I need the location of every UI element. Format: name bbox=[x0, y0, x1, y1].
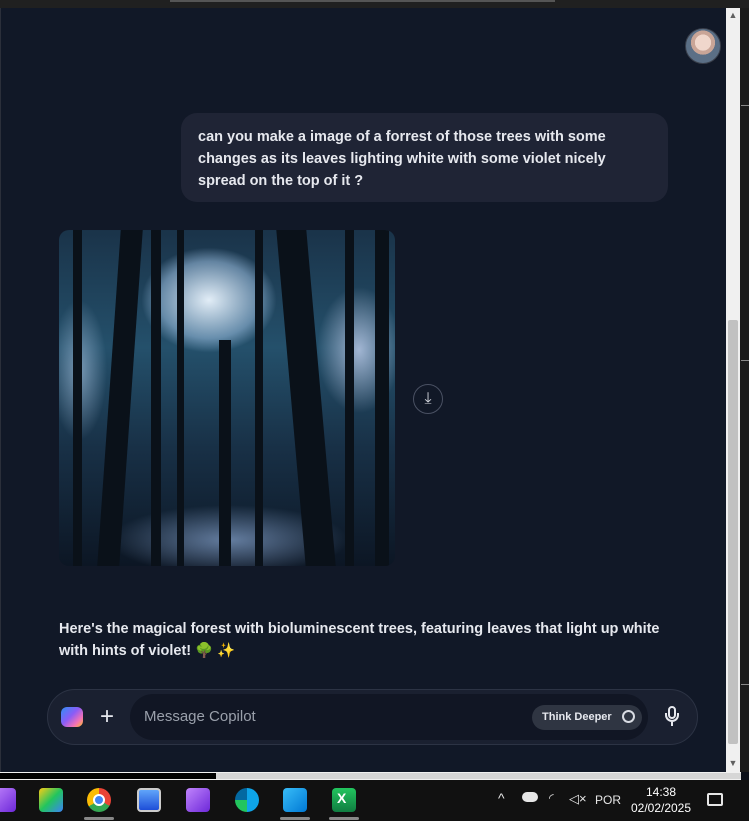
copilot-chat-pane: can you make a image of a forrest of tho… bbox=[0, 8, 727, 772]
vscode-active-indicator bbox=[280, 817, 310, 820]
paint-icon[interactable] bbox=[39, 788, 63, 812]
add-attachment-button[interactable]: + bbox=[94, 703, 120, 731]
wifi-icon[interactable]: ◜ bbox=[549, 791, 554, 805]
edge-divider bbox=[741, 105, 749, 106]
assistant-reply: Here's the magical forest with biolumine… bbox=[59, 618, 679, 662]
generated-forest-image[interactable] bbox=[59, 230, 395, 566]
user-message-text: can you make a image of a forrest of tho… bbox=[198, 129, 606, 189]
horizontal-scrollbar[interactable] bbox=[0, 772, 741, 780]
browser-top-strip bbox=[0, 0, 749, 8]
edge-divider bbox=[741, 360, 749, 361]
copilot-logo-icon[interactable] bbox=[61, 707, 83, 727]
vertical-scrollbar[interactable]: ▲ ▼ bbox=[726, 8, 740, 772]
excel-icon[interactable]: X bbox=[332, 788, 356, 812]
windows-taskbar: X ^ ◜ ◁× POR 14:38 02/02/2025 bbox=[0, 780, 749, 821]
edge-divider bbox=[741, 684, 749, 685]
horizontal-scroll-thumb[interactable] bbox=[0, 773, 216, 779]
image-tree-trunk bbox=[345, 230, 354, 566]
language-indicator[interactable]: POR bbox=[595, 793, 621, 807]
clock-date: 02/02/2025 bbox=[630, 801, 692, 815]
image-tree-trunk bbox=[177, 230, 184, 566]
think-deeper-label: Think Deeper bbox=[542, 711, 612, 723]
image-tree-trunk bbox=[73, 230, 82, 566]
image-tree-trunk bbox=[276, 230, 336, 566]
onedrive-cloud-icon[interactable] bbox=[522, 792, 538, 802]
image-tree-trunk bbox=[375, 230, 389, 566]
message-composer: + Message Copilot Think Deeper bbox=[47, 689, 698, 745]
vscode-icon[interactable] bbox=[283, 788, 307, 812]
scroll-thumb[interactable] bbox=[728, 320, 738, 744]
active-tab-strip[interactable] bbox=[170, 0, 555, 2]
volume-muted-icon[interactable]: ◁× bbox=[569, 791, 587, 807]
download-image-button[interactable]: ⤓ bbox=[413, 384, 443, 414]
image-tree-trunk bbox=[151, 230, 161, 566]
think-deeper-button[interactable]: Think Deeper bbox=[532, 705, 642, 730]
excel-active-indicator bbox=[329, 817, 359, 820]
chrome-icon[interactable] bbox=[87, 788, 111, 812]
message-input[interactable]: Message Copilot Think Deeper bbox=[130, 694, 648, 740]
visual-studio-icon[interactable] bbox=[0, 788, 16, 812]
message-input-placeholder: Message Copilot bbox=[144, 708, 256, 725]
download-icon: ⤓ bbox=[424, 390, 432, 407]
user-avatar[interactable] bbox=[685, 28, 721, 64]
visual-studio-icon[interactable] bbox=[186, 788, 210, 812]
think-deeper-icon bbox=[622, 710, 635, 723]
image-tree-trunk bbox=[255, 230, 263, 566]
chrome-active-indicator bbox=[84, 817, 114, 820]
microphone-button[interactable] bbox=[662, 704, 684, 730]
image-tree-trunk bbox=[219, 340, 231, 566]
notification-center-icon[interactable] bbox=[707, 793, 723, 806]
image-tree-trunk bbox=[97, 230, 143, 566]
assistant-reply-text: Here's the magical forest with biolumine… bbox=[59, 621, 660, 659]
show-hidden-icons-chevron-icon[interactable]: ^ bbox=[498, 790, 505, 806]
scroll-up-arrow-icon[interactable]: ▲ bbox=[728, 10, 738, 20]
system-clock[interactable]: 14:38 02/02/2025 bbox=[629, 784, 693, 816]
remote-desktop-icon[interactable] bbox=[137, 788, 161, 812]
user-message-bubble: can you make a image of a forrest of tho… bbox=[181, 113, 668, 202]
scroll-down-arrow-icon[interactable]: ▼ bbox=[728, 758, 738, 768]
horizontal-scroll-track bbox=[216, 773, 741, 779]
edge-icon[interactable] bbox=[235, 788, 259, 812]
clock-time: 14:38 bbox=[645, 785, 677, 799]
plus-icon: + bbox=[99, 703, 114, 730]
